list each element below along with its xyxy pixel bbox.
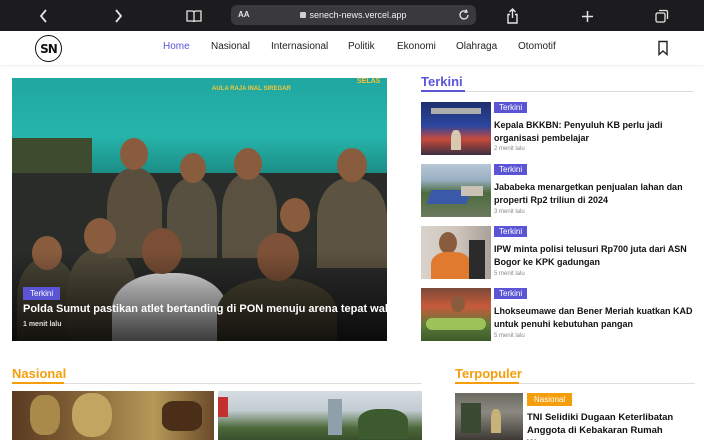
news-title[interactable]: Kepala BKKBN: Penyuluh KB perlu jadi org… (494, 119, 694, 144)
hero-overlay (12, 251, 387, 341)
nasional-divider (12, 383, 422, 384)
nasional-accent-line (12, 382, 64, 384)
site-logo[interactable]: SN (35, 35, 62, 62)
terpopuler-category-badge[interactable]: Nasional (527, 393, 573, 406)
news-category-badge[interactable]: Terkini (494, 226, 528, 237)
news-thumbnail (421, 288, 491, 341)
news-title[interactable]: Lhokseumawe dan Bener Meriah kuatkan KAD… (494, 305, 694, 330)
hero-photo-face (120, 138, 148, 170)
news-time: 3 menit lalu (494, 209, 525, 215)
nav-internasional[interactable]: Internasional (271, 41, 328, 52)
hero-photo-face (84, 218, 116, 254)
tabs-overview-icon[interactable] (652, 6, 672, 26)
nav-politik[interactable]: Politik (348, 41, 375, 52)
hero-photo-face (234, 148, 262, 180)
news-time: 5 menit lalu (494, 333, 525, 339)
nav-home[interactable]: Home (163, 41, 190, 52)
nav-nasional[interactable]: Nasional (211, 41, 250, 52)
hero-article[interactable]: AULA RAJA INAL SIREGAR SELAS Terkini Pol… (12, 78, 387, 341)
nasional-card-image[interactable] (12, 391, 214, 440)
news-thumbnail (421, 164, 491, 217)
news-time: 2 menit lalu (494, 146, 525, 152)
nasional-heading: Nasional (12, 366, 67, 381)
hero-photo-face (180, 153, 206, 183)
news-title[interactable]: Jababeka menargetkan penjualan lahan dan… (494, 181, 694, 206)
terkini-accent-line (421, 90, 465, 92)
news-category-badge[interactable]: Terkini (494, 102, 528, 113)
hero-photo-face (337, 148, 367, 182)
list-item[interactable]: Terkini Kepala BKKBN: Penyuluh KB perlu … (421, 102, 696, 157)
news-thumbnail (421, 226, 491, 279)
news-thumbnail (421, 102, 491, 155)
browser-toolbar: AA senech-news.vercel.app (0, 0, 704, 31)
terpopuler-thumbnail[interactable] (455, 393, 523, 440)
nasional-card-image[interactable] (218, 391, 422, 440)
hero-time: 1 menit lalu (23, 321, 62, 328)
share-icon[interactable] (502, 6, 522, 26)
news-category-badge[interactable]: Terkini (494, 164, 528, 175)
terpopuler-heading: Terpopuler (455, 366, 522, 381)
list-item[interactable]: Terkini IPW minta polisi telusuri Rp700 … (421, 226, 696, 281)
address-bar[interactable]: AA senech-news.vercel.app (231, 5, 476, 25)
terpopuler-accent-line (455, 382, 519, 384)
news-time: 5 menit lalu (494, 271, 525, 277)
back-icon[interactable] (34, 6, 54, 26)
bookmark-icon[interactable] (656, 40, 670, 56)
news-category-badge[interactable]: Terkini (494, 288, 528, 299)
lock-icon (300, 12, 307, 18)
nav-otomotif[interactable]: Otomotif (518, 41, 556, 52)
hero-banner-text: AULA RAJA INAL SIREGAR (212, 86, 291, 92)
terkini-heading: Terkini (421, 74, 463, 89)
forward-icon[interactable] (108, 6, 128, 26)
site-header: SN Home Nasional Internasional Politik E… (0, 31, 704, 65)
hero-banner-right-text: SELAS (357, 78, 381, 85)
list-item[interactable]: Terkini Jababeka menargetkan penjualan l… (421, 164, 696, 219)
hero-title[interactable]: Polda Sumut pastikan atlet bertanding di… (23, 303, 387, 315)
terpopuler-title[interactable]: TNI Selidiki Dugaan Keterlibatan Anggota… (527, 411, 697, 440)
list-item[interactable]: Terkini Lhokseumawe dan Bener Meriah kua… (421, 288, 696, 343)
url-text: senech-news.vercel.app (309, 10, 407, 20)
reload-icon[interactable] (457, 8, 471, 22)
nav-olahraga[interactable]: Olahraga (456, 41, 497, 52)
new-tab-icon[interactable] (577, 6, 597, 26)
news-title[interactable]: IPW minta polisi telusuri Rp700 juta dar… (494, 243, 694, 268)
reader-book-icon[interactable] (184, 6, 204, 26)
hero-category-badge[interactable]: Terkini (23, 287, 61, 300)
hero-photo-face (280, 198, 310, 232)
nav-ekonomi[interactable]: Ekonomi (397, 41, 436, 52)
